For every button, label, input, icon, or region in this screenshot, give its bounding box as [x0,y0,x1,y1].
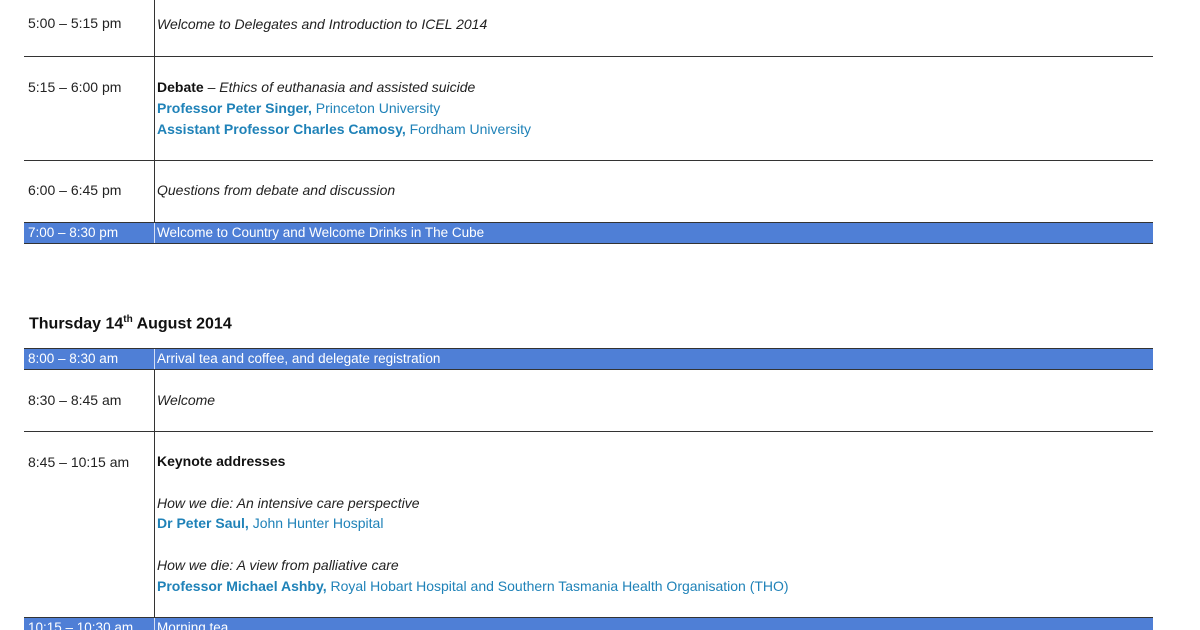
program-page: 5:00 – 5:15 pm Welcome to Delegates and … [0,0,1200,630]
session-time: 10:15 – 10:30 am [28,620,134,630]
speaker-affiliation: Fordham University [405,120,531,137]
session-time: 8:30 – 8:45 am [28,392,122,408]
session-time: 7:00 – 8:30 pm [28,225,119,240]
speaker-line: Assistant Professor Charles Camosy, Ford… [157,119,1153,140]
session-time: 8:45 – 10:15 am [28,454,130,470]
column-divider [154,161,155,222]
session-content: Welcome to Delegates and Introduction to… [157,14,1153,35]
talk-title: How we die: An intensive care perspectiv… [157,494,420,511]
session-content: Keynote addresses How we die: An intensi… [157,451,1153,597]
session-title: Welcome to Country and Welcome Drinks in… [157,225,485,240]
session-row-highlighted: 8:00 – 8:30 am Arrival tea and coffee, a… [24,348,1153,370]
speaker-line: Dr Peter Saul, John Hunter Hospital [157,513,1153,534]
column-divider [154,57,155,160]
speaker-line: Professor Michael Ashby, Royal Hobart Ho… [157,576,1153,597]
speaker-name: Dr Peter Saul, [157,515,249,532]
session-label: Keynote addresses [157,453,286,469]
session-time: 5:15 – 6:00 pm [28,79,122,95]
column-divider [154,432,155,617]
session-row: 6:00 – 6:45 pm Questions from debate and… [24,161,1153,223]
day-heading-suffix: th [123,314,133,325]
speaker-name: Professor Peter Singer, [157,99,312,116]
session-time: 5:00 – 5:15 pm [28,15,122,31]
session-row-highlighted: 7:00 – 8:30 pm Welcome to Country and We… [24,222,1153,244]
day-heading: Thursday 14th August 2014 [29,314,232,333]
column-divider [154,370,155,431]
session-title: Welcome to Delegates and Introduction to… [157,16,488,32]
column-divider [154,349,155,369]
session-content: Debate – Ethics of euthanasia and assist… [157,77,1153,139]
session-row: 5:15 – 6:00 pm Debate – Ethics of euthan… [24,57,1153,161]
session-title: Morning tea [157,620,229,630]
speaker-affiliation: Princeton University [311,99,441,116]
speaker-name: Assistant Professor Charles Camosy, [157,120,406,137]
session-time: 8:00 – 8:30 am [28,351,119,366]
speaker-affiliation: Royal Hobart Hospital and Southern Tasma… [326,577,789,594]
session-content: Arrival tea and coffee, and delegate reg… [157,349,1153,368]
column-divider [154,618,155,630]
speaker-affiliation: John Hunter Hospital [248,515,384,532]
session-title: Welcome [157,392,216,408]
session-content: Morning tea [157,618,1153,630]
column-divider [154,223,155,243]
column-divider [154,0,155,56]
session-row-highlighted: 10:15 – 10:30 am Morning tea [24,617,1153,630]
session-content: Questions from debate and discussion [157,180,1153,201]
speaker-line: Professor Peter Singer, Princeton Univer… [157,98,1153,119]
session-title: Arrival tea and coffee, and delegate reg… [157,351,441,366]
session-content: Welcome [157,390,1153,411]
session-title: Ethics of euthanasia and assisted suicid… [219,79,476,95]
session-row: 8:30 – 8:45 am Welcome [24,370,1153,432]
day-heading-text: Thursday 14 [29,315,124,333]
session-row: 5:00 – 5:15 pm Welcome to Delegates and … [24,0,1153,57]
session-label: Debate [157,79,204,95]
talk-title: How we die: A view from palliative care [157,556,399,573]
speaker-name: Professor Michael Ashby, [157,577,327,594]
session-time: 6:00 – 6:45 pm [28,182,122,198]
day-heading-date: August 2014 [132,315,232,333]
session-content: Welcome to Country and Welcome Drinks in… [157,223,1153,242]
session-title: Questions from debate and discussion [157,182,396,198]
session-separator: – [203,79,220,95]
session-row: 8:45 – 10:15 am Keynote addresses How we… [24,432,1153,618]
